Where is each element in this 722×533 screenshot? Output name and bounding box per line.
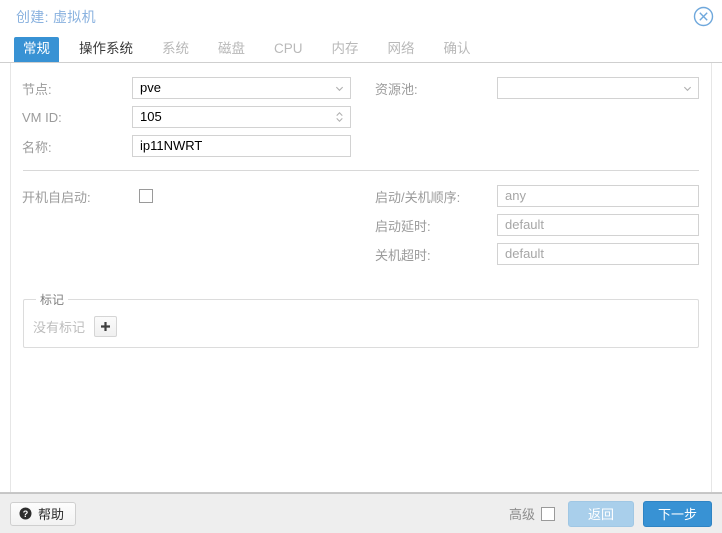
shutdown-timeout-label: 关机超时: (375, 247, 431, 263)
node-select[interactable]: pve (132, 77, 351, 99)
tab-network[interactable]: 网络 (379, 37, 424, 62)
resource-pool-label: 资源池: (375, 81, 418, 97)
tab-memory[interactable]: 内存 (323, 37, 368, 62)
field-row-name: 名称: ip11NWRT (22, 132, 351, 160)
resource-pool-select[interactable] (497, 77, 699, 99)
shutdown-timeout-input[interactable]: default (497, 243, 699, 265)
shutdown-timeout-placeholder: default (505, 246, 545, 261)
tab-cpu[interactable]: CPU (265, 37, 312, 62)
startup-delay-input[interactable]: default (497, 214, 699, 236)
next-button[interactable]: 下一步 (642, 500, 712, 527)
name-label: 名称: (22, 139, 52, 155)
dialog-titlebar: 创建: 虚拟机 (0, 0, 722, 33)
name-value: ip11NWRT (140, 138, 203, 153)
svg-text:?: ? (23, 509, 29, 519)
question-circle-icon: ? (19, 507, 32, 520)
start-order-placeholder: any (505, 188, 526, 203)
node-value: pve (140, 80, 161, 95)
form-top-columns: 节点: pve VM ID: 105 名称: ip11NWRT 资源池: (11, 63, 711, 161)
dialog-footer: ? 帮助 高级 返回 下一步 (0, 493, 722, 533)
chevron-down-icon[interactable] (680, 78, 694, 98)
field-row-startup-delay: 启动延时: default (375, 211, 699, 239)
plus-icon[interactable] (94, 315, 118, 337)
field-row-start-order: 启动/关机顺序: any (375, 182, 699, 210)
form-bottom-columns: 开机自启动: 启动/关机顺序: any 启动延时: default 关机超时: … (11, 171, 711, 269)
form-column-left-2: 开机自启动: (11, 182, 361, 269)
close-icon[interactable] (693, 6, 714, 27)
field-row-vmid: VM ID: 105 (22, 103, 351, 131)
tags-empty-text: 没有标记 (33, 319, 86, 335)
vmid-input[interactable]: 105 (132, 106, 351, 128)
tags-section: 标记 没有标记 (23, 291, 699, 348)
advanced-label: 高级 (508, 507, 535, 522)
form-column-right: 资源池: (361, 74, 711, 161)
spinner-updown-icon[interactable] (332, 107, 346, 127)
advanced-checkbox[interactable] (540, 506, 555, 521)
chevron-down-icon[interactable] (332, 78, 346, 98)
field-row-node: 节点: pve (22, 74, 351, 102)
name-input[interactable]: ip11NWRT (132, 135, 351, 157)
start-order-label: 启动/关机顺序: (375, 189, 461, 205)
node-label: 节点: (22, 81, 52, 97)
help-button[interactable]: ? 帮助 (10, 501, 77, 526)
advanced-toggle[interactable]: 高级 (509, 504, 555, 523)
tab-confirm[interactable]: 确认 (435, 37, 480, 62)
vmid-label: VM ID: (22, 109, 62, 125)
field-row-resource-pool: 资源池: (375, 74, 699, 102)
startup-delay-placeholder: default (505, 217, 545, 232)
vmid-value: 105 (140, 109, 162, 124)
field-row-start-at-boot: 开机自启动: (22, 182, 351, 210)
form-area: 节点: pve VM ID: 105 名称: ip11NWRT 资源池: 开机自… (10, 63, 712, 492)
start-order-input[interactable]: any (497, 185, 699, 207)
dialog-title: 创建: 虚拟机 (16, 8, 96, 25)
tab-disks[interactable]: 磁盘 (209, 37, 254, 62)
tags-row: 没有标记 (33, 314, 689, 338)
tags-legend: 标记 (40, 293, 65, 307)
tab-system[interactable]: 系统 (153, 37, 198, 62)
tags-fieldset: 标记 没有标记 (23, 291, 699, 348)
create-vm-dialog: 创建: 虚拟机 常规 操作系统 系统 磁盘 CPU 内存 网络 确认 节点: p… (0, 0, 722, 533)
tab-bar: 常规 操作系统 系统 磁盘 CPU 内存 网络 确认 (0, 33, 722, 63)
start-at-boot-checkbox[interactable] (139, 189, 153, 203)
startup-delay-label: 启动延时: (375, 218, 431, 234)
field-row-shutdown-timeout: 关机超时: default (375, 240, 699, 268)
form-column-right-2: 启动/关机顺序: any 启动延时: default 关机超时: default (361, 182, 711, 269)
dialog-body: 节点: pve VM ID: 105 名称: ip11NWRT 资源池: 开机自… (0, 63, 722, 493)
form-column-left: 节点: pve VM ID: 105 名称: ip11NWRT (11, 74, 361, 161)
back-button[interactable]: 返回 (567, 500, 634, 527)
tab-general[interactable]: 常规 (14, 37, 59, 62)
start-at-boot-label: 开机自启动: (22, 189, 91, 205)
help-button-label: 帮助 (38, 507, 65, 522)
tab-os[interactable]: 操作系统 (70, 37, 142, 62)
